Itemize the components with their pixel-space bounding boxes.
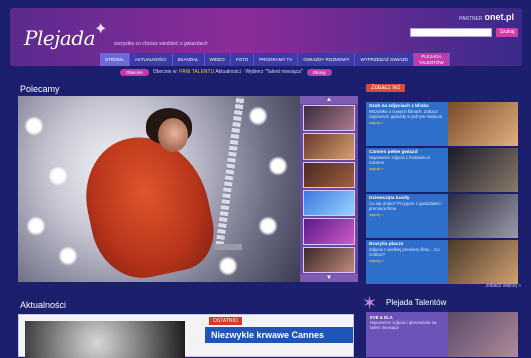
news-card-image[interactable] bbox=[448, 102, 518, 146]
news-card-text: Szok na zdjęciach z bliska Wszystko o no… bbox=[366, 102, 448, 146]
thumbs-up-arrow-icon[interactable]: ▲ bbox=[300, 96, 358, 104]
news-card-text: Brazylia płacze Zdjęcia z wielkiej premi… bbox=[366, 240, 448, 284]
hero-image[interactable] bbox=[18, 96, 300, 282]
stage-light bbox=[26, 216, 46, 236]
search-input[interactable] bbox=[410, 28, 492, 37]
talent-card-text: EVE & ELA Najnowsze zdjęcia i głosowanie… bbox=[370, 315, 440, 331]
hero-figure bbox=[74, 125, 222, 282]
site-tagline: wszystko co chcesz wiedzieć o gwiazdach bbox=[114, 41, 208, 47]
thumbnail[interactable] bbox=[303, 133, 355, 160]
hero-face bbox=[158, 118, 188, 152]
search-button[interactable]: Szukaj bbox=[496, 28, 518, 37]
star-icon: ✦ bbox=[94, 21, 108, 38]
nav-item-tv[interactable]: PROGRAMY TV bbox=[254, 53, 299, 66]
news-card-desc: Najnowsze zdjęcia z festiwalu w Cannes bbox=[369, 155, 431, 166]
stage-light bbox=[218, 256, 238, 276]
thumbnail[interactable] bbox=[303, 161, 355, 188]
partner-brand[interactable]: onet.pl bbox=[485, 12, 515, 22]
more-link[interactable]: zobacz więcej » bbox=[486, 283, 521, 289]
news-card-more[interactable]: więcej » bbox=[369, 120, 445, 125]
section-badge-zobacz: Zobacz też bbox=[366, 84, 406, 92]
news-card-more[interactable]: więcej » bbox=[369, 258, 445, 263]
news-card-text: Dziewczęta kusiły Co się działo? Przyjęc… bbox=[366, 194, 448, 238]
news-feature-badge: OSTATNIO bbox=[209, 317, 242, 325]
talent-image[interactable] bbox=[448, 312, 518, 357]
strip-pill-left[interactable]: Obecnie bbox=[120, 68, 149, 76]
main-nav: STRONA AKTUALNOŚCI SKANDAL WIDEO FOTO PR… bbox=[100, 53, 450, 66]
stage-light bbox=[258, 216, 278, 236]
site-header: Plejada ✦ wszystko co chcesz wiedzieć o … bbox=[10, 8, 522, 66]
star-icon: ✶ bbox=[362, 293, 378, 313]
nav-item-home[interactable]: STRONA bbox=[100, 53, 130, 66]
strip-tail[interactable]: Aktualności · Wybierz "Talent miesiąca" bbox=[215, 69, 302, 75]
thumbnail[interactable] bbox=[303, 218, 355, 245]
thumbnail[interactable] bbox=[303, 105, 355, 132]
nav-item-sale[interactable]: WYPRZEDAŻ GWIAZD bbox=[355, 53, 414, 66]
partner-label: PARTNER onet.pl bbox=[459, 12, 514, 22]
thumbnail[interactable] bbox=[303, 246, 355, 273]
stage-light bbox=[58, 246, 78, 266]
stage-light bbox=[24, 116, 44, 136]
nav-item-photo[interactable]: FOTO bbox=[230, 53, 255, 66]
news-card-text: Cannes pełne gwiazd Najnowsze zdjęcia z … bbox=[366, 148, 448, 192]
thumbnail[interactable] bbox=[303, 189, 355, 217]
nav-item-interviews[interactable]: GWIAZDY ROZMOWY bbox=[298, 53, 356, 66]
news-card-image[interactable] bbox=[448, 240, 518, 284]
news-card[interactable]: Szok na zdjęciach z bliska Wszystko o no… bbox=[366, 102, 518, 146]
section-title-aktualnosci: Aktualności bbox=[20, 300, 67, 310]
news-card[interactable]: Cannes pełne gwiazd Najnowsze zdjęcia z … bbox=[366, 148, 518, 192]
nav-item-news[interactable]: AKTUALNOŚCI bbox=[129, 53, 173, 66]
strip-pill-right[interactable]: Głosuj bbox=[306, 68, 332, 76]
nav-item-scandal[interactable]: SKANDAL bbox=[172, 53, 205, 66]
strip-text: Obecnie w: PANI TALENTU Aktualności · Wy… bbox=[153, 69, 303, 75]
thumbnail-strip: ▲ ▼ bbox=[300, 96, 358, 282]
swing-chain bbox=[215, 96, 245, 246]
news-card-desc: Co się działo? Przyjęcie z gwiazdami i p… bbox=[369, 201, 442, 212]
talent-card[interactable]: EVE & ELA Najnowsze zdjęcia i głosowanie… bbox=[366, 312, 518, 357]
stage-light bbox=[248, 106, 268, 126]
partner-text: PARTNER bbox=[459, 16, 483, 22]
news-strip: Obecnie Obecnie w: PANI TALENTU Aktualno… bbox=[120, 68, 332, 76]
talent-desc: Najnowsze zdjęcia i głosowanie na talent… bbox=[370, 320, 437, 331]
news-feature: OSTATNIO Niezwykle krwawe Cannes bbox=[18, 314, 354, 358]
swing-seat bbox=[214, 244, 242, 250]
nav-item-talents[interactable]: PLEJADA TALENTÓW bbox=[413, 53, 450, 66]
section-title-talenty: Plejada Talentów bbox=[386, 298, 447, 307]
news-card-image[interactable] bbox=[448, 194, 518, 238]
news-card-more[interactable]: więcej » bbox=[369, 212, 445, 217]
news-card-desc: Wszystko o nowych filmach. Zobacz najnow… bbox=[369, 109, 443, 120]
stage-light bbox=[48, 166, 68, 186]
stage-light bbox=[268, 156, 288, 176]
strip-label: Obecnie w: bbox=[152, 69, 180, 75]
news-card-image[interactable] bbox=[448, 148, 518, 192]
section-title-polecamy: Polecamy bbox=[20, 84, 60, 94]
news-feature-headline[interactable]: Niezwykle krwawe Cannes bbox=[205, 327, 353, 343]
news-card-more[interactable]: więcej » bbox=[369, 166, 445, 171]
nav-item-video[interactable]: WIDEO bbox=[204, 53, 231, 66]
news-card[interactable]: Brazylia płacze Zdjęcia z wielkiej premi… bbox=[366, 240, 518, 284]
thumbs-down-arrow-icon[interactable]: ▼ bbox=[300, 273, 358, 282]
news-card-desc: Zdjęcia z wielkiej premiery filmu... Co … bbox=[369, 247, 440, 258]
strip-highlight[interactable]: PANI TALENTU bbox=[179, 69, 214, 75]
news-feature-image[interactable] bbox=[25, 321, 185, 358]
site-logo[interactable]: Plejada bbox=[24, 26, 96, 50]
news-card[interactable]: Dziewczęta kusiły Co się działo? Przyjęc… bbox=[366, 194, 518, 238]
